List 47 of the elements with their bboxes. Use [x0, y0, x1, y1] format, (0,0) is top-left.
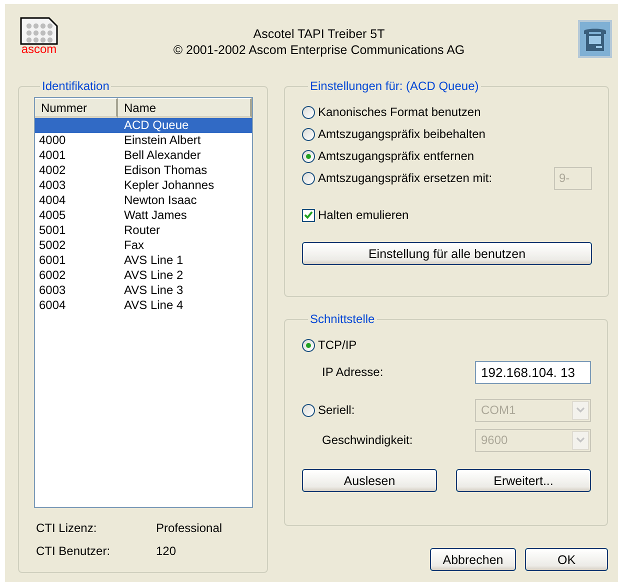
- copyright-text: © 2001-2002 Ascom Enterprise Communications AG: [173, 43, 465, 57]
- radio-option[interactable]: Amtszugangspräfix entfernen: [302, 149, 474, 163]
- hold-checkbox[interactable]: Halten emulieren: [302, 208, 409, 222]
- list-row[interactable]: 6001 AVS Line 1: [35, 253, 252, 268]
- phone-icon: [578, 20, 612, 58]
- interface-button[interactable]: Auslesen: [302, 469, 437, 492]
- dialog-button[interactable]: OK: [525, 548, 608, 571]
- field-label: IP Adresse:: [322, 365, 384, 379]
- list-row[interactable]: 5002 Fax: [35, 238, 252, 253]
- apply-all-button[interactable]: Einstellung für alle benutzen: [302, 242, 592, 265]
- app-title: Ascotel TAPI Treiber 5T: [253, 27, 385, 41]
- radio-button[interactable]: [302, 128, 315, 140]
- radio-button[interactable]: [302, 338, 315, 352]
- list-row[interactable]: 6004 AVS Line 4: [35, 298, 252, 313]
- info-value: 120: [156, 544, 178, 558]
- list-row[interactable]: 4004 Newton Isaac: [35, 193, 252, 208]
- radio-option[interactable]: Amtszugangspräfix beibehalten: [302, 127, 486, 141]
- list-row[interactable]: ACD Queue: [35, 118, 252, 133]
- radio-button[interactable]: [302, 172, 315, 184]
- checkbox[interactable]: [302, 208, 315, 222]
- interface-button[interactable]: Erweitert...: [456, 469, 591, 492]
- list-row[interactable]: 4003 Kepler Johannes: [35, 178, 252, 193]
- list-row[interactable]: 4005 Watt James: [35, 208, 252, 223]
- column-header[interactable]: Name: [118, 98, 252, 118]
- field-label: Geschwindigkeit:: [322, 433, 413, 447]
- list-row[interactable]: 6002 AVS Line 2: [35, 268, 252, 283]
- list-row[interactable]: 6003 AVS Line 3: [35, 283, 252, 298]
- ip-field[interactable]: 192.168.104. 13: [475, 360, 591, 384]
- group-title: Identifikation: [41, 79, 110, 93]
- radio-option[interactable]: Amtszugangspräfix ersetzen mit:: [302, 171, 492, 185]
- list-row[interactable]: 4000 Einstein Albert: [35, 133, 252, 148]
- group-title: Schnittstelle: [309, 312, 376, 326]
- column-header[interactable]: Nummer: [35, 98, 118, 118]
- tcp-option[interactable]: TCP/IP: [302, 338, 357, 352]
- radio-option[interactable]: Kanonisches Format benutzen: [302, 105, 481, 119]
- group-title: Einstellungen für: (ACD Queue): [309, 79, 480, 93]
- list-row[interactable]: 4001 Bell Alexander: [35, 148, 252, 163]
- logo-icon: [20, 17, 58, 45]
- logo-text: ascom: [21, 43, 57, 55]
- info-label: CTI Lizenz:: [36, 521, 98, 535]
- radio-button[interactable]: [302, 106, 315, 118]
- info-value: Professional: [156, 521, 224, 535]
- info-label: CTI Benutzer:: [36, 544, 112, 558]
- list-row[interactable]: 5001 Router: [35, 223, 252, 238]
- radio-button[interactable]: [302, 150, 315, 162]
- list-row[interactable]: 4002 Edison Thomas: [35, 163, 252, 178]
- dialog-button[interactable]: Abbrechen: [430, 548, 516, 571]
